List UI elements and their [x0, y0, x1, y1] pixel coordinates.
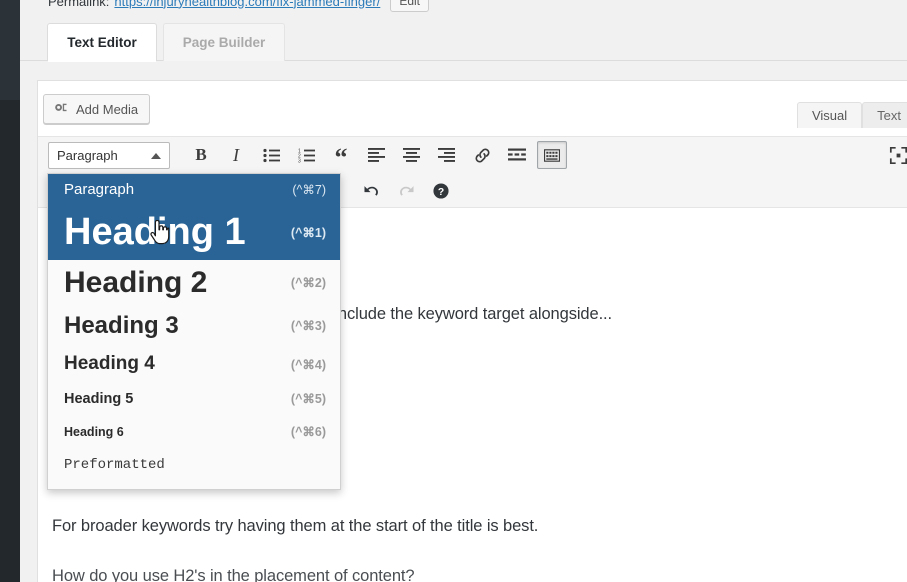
bold-button[interactable]: B	[186, 141, 216, 169]
read-more-button[interactable]	[502, 141, 532, 169]
format-menu-item-heading-4-label: Heading 4	[64, 353, 155, 374]
numbered-list-button[interactable]: 1 2 3	[291, 141, 321, 169]
editor-mode-visual-tab[interactable]: Visual	[796, 102, 863, 128]
wordpress-post-editor-screen: Permalink: https://injuryhealthblog.com/…	[0, 0, 907, 582]
format-menu-item-paragraph-label: Paragraph	[64, 180, 135, 198]
permalink-edit-button[interactable]: Edit	[390, 0, 429, 12]
format-menu-item-heading-5-shortcut: (^⌘5)	[290, 392, 326, 406]
add-media-label: Add Media	[76, 101, 139, 117]
format-menu-item-heading-5[interactable]: Heading 5 (^⌘5)	[48, 382, 340, 415]
format-dropdown-menu[interactable]: Paragraph (^⌘7) Heading 1 (^⌘1) Heading …	[47, 173, 341, 490]
bold-icon: B	[195, 145, 207, 164]
read-more-icon	[508, 148, 526, 161]
numbered-list-icon: 1 2 3	[298, 148, 315, 163]
chevron-up-icon	[151, 152, 161, 159]
align-right-icon	[437, 148, 455, 162]
format-menu-item-heading-2[interactable]: Heading 2 (^⌘2)	[48, 260, 340, 305]
editor-mode-tabs: Visual Text	[796, 102, 907, 128]
content-paragraph-3: How do you use H2's in the placement of …	[52, 567, 415, 582]
format-menu-item-heading-2-label: Heading 2	[64, 265, 208, 299]
toolbar-toggle-button[interactable]	[537, 141, 567, 169]
format-menu-item-heading-2-shortcut: (^⌘2)	[290, 276, 326, 290]
format-select-value: Paragraph	[57, 148, 118, 163]
format-menu-item-heading-1-label: Heading 1	[64, 210, 246, 253]
tab-page-builder-label: Page Builder	[182, 35, 266, 50]
link-button[interactable]	[467, 141, 497, 169]
bulleted-list-button[interactable]	[256, 141, 286, 169]
format-menu-item-preformatted-label: Preformatted	[64, 457, 165, 473]
align-left-button[interactable]	[361, 141, 391, 169]
distraction-free-writing-icon	[889, 146, 907, 164]
tab-text-editor[interactable]: Text Editor	[47, 23, 157, 62]
editor-mode-text-tab[interactable]: Text	[862, 102, 907, 128]
undo-button[interactable]	[356, 177, 386, 205]
undo-icon	[363, 186, 378, 196]
admin-sidebar-rail-top	[0, 0, 20, 100]
add-media-icon	[53, 101, 69, 117]
format-menu-item-heading-6-shortcut: (^⌘6)	[290, 425, 326, 439]
format-menu-item-heading-3[interactable]: Heading 3 (^⌘3)	[48, 305, 340, 346]
admin-sidebar-rail	[0, 0, 20, 582]
link-icon	[475, 148, 489, 162]
align-center-button[interactable]	[396, 141, 426, 169]
format-menu-item-heading-5-label: Heading 5	[64, 390, 134, 407]
format-menu-item-paragraph-shortcut: (^⌘7)	[292, 182, 326, 197]
bulleted-list-icon	[262, 148, 280, 162]
italic-button[interactable]: I	[221, 141, 251, 169]
svg-text:3: 3	[298, 158, 301, 163]
redo-button[interactable]	[391, 177, 421, 205]
media-buttons-row: Add Media	[38, 92, 907, 136]
editor-mode-visual-label: Visual	[811, 108, 848, 123]
format-menu-item-preformatted[interactable]: Preformatted	[48, 448, 340, 482]
toolbar-toggle-icon	[544, 148, 560, 162]
blockquote-button[interactable]: “	[326, 141, 356, 172]
mce-toolbar-row-1: Paragraph B I 1 2 3 “	[38, 137, 907, 173]
align-center-icon	[402, 148, 420, 162]
tab-page-builder[interactable]: Page Builder	[163, 23, 285, 61]
format-menu-item-paragraph[interactable]: Paragraph (^⌘7)	[48, 174, 340, 204]
italic-icon: I	[233, 144, 239, 165]
help-icon: ?	[433, 183, 449, 199]
format-menu-item-heading-1-shortcut: (^⌘1)	[290, 225, 326, 240]
format-menu-item-heading-3-label: Heading 3	[64, 311, 179, 339]
permalink-url[interactable]: https://injuryhealthblog.com/fix-jammed-…	[114, 0, 380, 9]
format-menu-item-heading-4[interactable]: Heading 4 (^⌘4)	[48, 346, 340, 382]
redo-icon	[399, 186, 414, 196]
add-media-button[interactable]: Add Media	[43, 94, 151, 124]
svg-text:?: ?	[438, 187, 444, 198]
content-paragraph-2: For broader keywords try having them at …	[52, 517, 539, 535]
blockquote-icon: “	[334, 143, 348, 172]
align-left-icon	[367, 148, 385, 162]
permalink-row: Permalink: https://injuryhealthblog.com/…	[20, 0, 907, 12]
format-select[interactable]: Paragraph	[48, 142, 170, 169]
format-menu-item-heading-4-shortcut: (^⌘4)	[290, 357, 326, 372]
align-right-button[interactable]	[431, 141, 461, 169]
permalink-label: Permalink:	[48, 0, 110, 9]
format-menu-item-heading-3-shortcut: (^⌘3)	[290, 319, 326, 333]
format-menu-item-heading-6[interactable]: Heading 6 (^⌘6)	[48, 415, 340, 448]
editor-mode-text-label: Text	[877, 108, 901, 123]
tab-text-editor-label: Text Editor	[67, 35, 137, 50]
format-menu-item-heading-6-label: Heading 6	[64, 424, 124, 439]
editor-tabstrip: Text Editor Page Builder	[20, 13, 907, 62]
format-menu-item-heading-1[interactable]: Heading 1 (^⌘1)	[48, 204, 340, 260]
distraction-free-writing-button[interactable]	[883, 141, 907, 169]
help-button[interactable]: ?	[426, 177, 456, 205]
